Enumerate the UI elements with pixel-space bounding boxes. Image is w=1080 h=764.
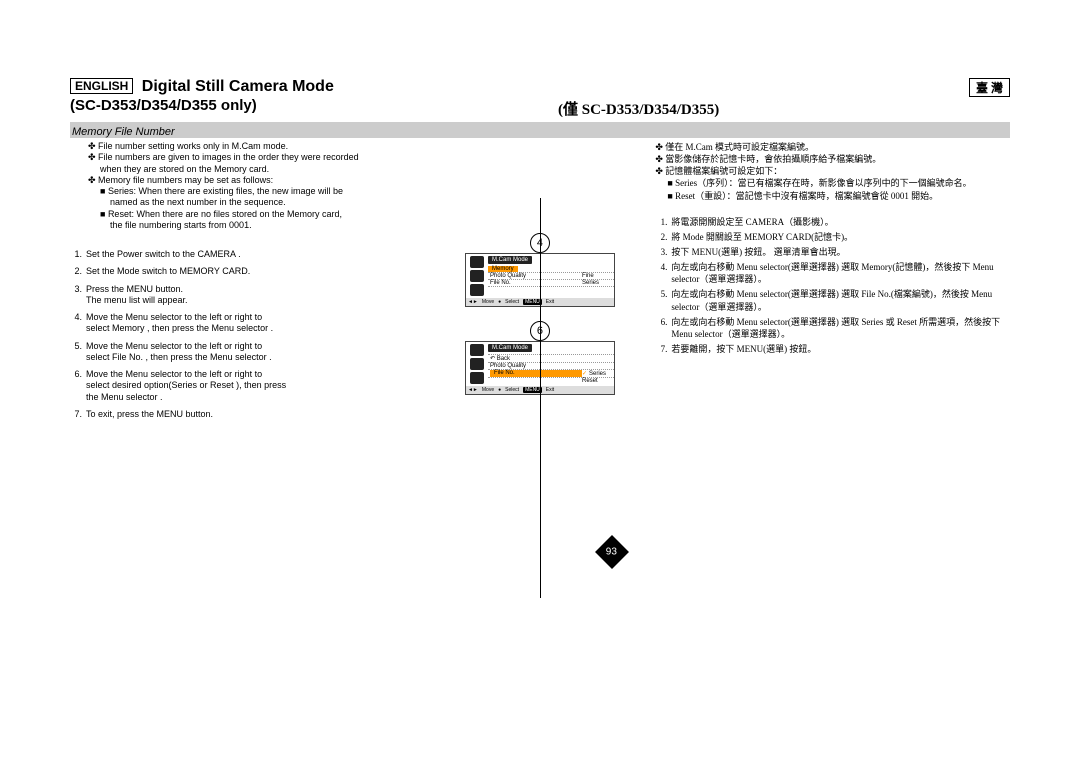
intro-l7: Reset: When there are no files stored on… xyxy=(108,209,342,219)
scr1-row1r: Fine xyxy=(582,273,612,279)
step2: Set the Mode switch to MEMORY CARD. xyxy=(86,266,437,277)
intro-r3: 記憶體檔案編號可設定如下： xyxy=(665,166,782,176)
intro-l4: Memory file numbers may be set as follow… xyxy=(98,175,273,185)
step6c: the Menu selector . xyxy=(86,392,163,402)
scr2-opt1: Series xyxy=(582,370,612,377)
rstep6: 向左或向右移動 Menu selector(選單選擇器) 選取 Series 或… xyxy=(671,316,1010,340)
scr2-select: Select xyxy=(505,387,519,393)
intro-l5: Series: When there are existing files, t… xyxy=(108,186,343,196)
step4b: select Memory , then press the Menu sele… xyxy=(86,323,273,333)
intro-l6: named as the next number in the sequence… xyxy=(88,197,437,208)
rstep5: 向左或向右移動 Menu selector(選單選擇器) 選取 File No.… xyxy=(671,288,1010,312)
rstep7: 若要離開，按下 MENU(選單) 按鈕。 xyxy=(671,343,1010,355)
scr1-row2r: Series xyxy=(582,280,612,286)
scr1-move: Move xyxy=(482,299,494,305)
intro-l2: File numbers are given to images in the … xyxy=(98,152,359,162)
section-bar: Memory File Number xyxy=(70,122,1010,138)
title-left: Digital Still Camera Mode xyxy=(142,78,334,96)
content-right: ✤ 僅在 M.Cam 模式時可設定檔案編號。 ✤ 當影像儲存於記憶卡時，會依拍攝… xyxy=(643,141,1010,426)
memory-icon xyxy=(470,284,484,296)
header: ENGLISH Digital Still Camera Mode (SC-D3… xyxy=(70,78,1010,118)
scr2-opt2: Reset xyxy=(582,378,612,384)
scr2-row1l: Photo Quality xyxy=(490,363,612,369)
section-title-left: Memory File Number xyxy=(70,124,175,140)
intro-l3: when they are stored on the Memory card. xyxy=(88,164,437,175)
intro-r4: Series（序列）：當已有檔案存在時，新影像會以序列中的下一個編號命名。 xyxy=(675,178,972,188)
rstep4: 向左或向右移動 Menu selector(選單選擇器) 選取 Memory(記… xyxy=(671,261,1010,285)
scr2-back: Back xyxy=(497,356,510,362)
step7: To exit, press the MENU button. xyxy=(86,409,437,420)
column-divider xyxy=(540,198,541,598)
memory-icon xyxy=(470,372,484,384)
step1: Set the Power switch to the CAMERA . xyxy=(86,249,437,260)
rstep1: 將電源開關設定至 CAMERA（攝影機）。 xyxy=(671,216,1010,228)
media-icon xyxy=(470,270,484,282)
scr1-select: Select xyxy=(505,299,519,305)
step5b: select File No. , then press the Menu se… xyxy=(86,352,272,362)
scr2-exit: Exit xyxy=(546,387,554,393)
scr1-menu: MENU xyxy=(523,299,542,305)
intro-r1: 僅在 M.Cam 模式時可設定檔案編號。 xyxy=(665,142,814,152)
camera-icon xyxy=(470,256,484,268)
intro-r5: Reset（重設）：當記憶卡中沒有檔案時，檔案編號會從 0001 開始。 xyxy=(675,191,938,201)
intro-l8: the file numbering starts from 0001. xyxy=(88,220,437,231)
scr1-exit: Exit xyxy=(546,299,554,305)
scr2-title: M.Cam Mode xyxy=(488,344,532,352)
step3b: The menu list will appear. xyxy=(86,295,188,305)
scr1-row2l: File No. xyxy=(490,280,582,286)
page-number-badge: 93 xyxy=(595,535,629,569)
scr2-highlight: File No. xyxy=(490,370,582,377)
page-number: 93 xyxy=(606,547,617,558)
media-icon xyxy=(470,358,484,370)
content-left: ✤ File number setting works only in M.Ca… xyxy=(70,141,437,426)
scr1-highlight: Memory xyxy=(488,266,518,272)
step3a: Press the MENU button. xyxy=(86,284,183,294)
scr1-row1l: Photo Quality xyxy=(490,273,582,279)
scr2-menu: MENU xyxy=(523,387,542,393)
subtitle-left: (SC-D353/D354/D355 only) xyxy=(70,97,540,114)
step5a: Move the Menu selector to the left or ri… xyxy=(86,341,262,351)
subtitle-right: (僅 SC-D353/D354/D355) xyxy=(540,98,1010,119)
rstep3: 按下 MENU(選單) 按鈕。 選單清單會出現。 xyxy=(671,246,1010,258)
step6a: Move the Menu selector to the left or ri… xyxy=(86,369,262,379)
manual-page: ENGLISH Digital Still Camera Mode (SC-D3… xyxy=(70,78,1010,426)
intro-l1: File number setting works only in M.Cam … xyxy=(98,141,288,151)
lang-badge-left: ENGLISH xyxy=(70,78,133,94)
rstep2: 將 Mode 開關設至 MEMORY CARD(記憶卡)。 xyxy=(671,231,1010,243)
scr2-move: Move xyxy=(482,387,494,393)
camera-icon xyxy=(470,344,484,356)
step4a: Move the Menu selector to the left or ri… xyxy=(86,312,262,322)
lang-badge-right: 臺 灣 xyxy=(969,78,1010,97)
intro-r2: 當影像儲存於記憶卡時，會依拍攝順序給予檔案編號。 xyxy=(665,154,881,164)
scr1-title: M.Cam Mode xyxy=(488,256,532,264)
step6b: select desired option(Series or Reset ),… xyxy=(86,380,286,390)
